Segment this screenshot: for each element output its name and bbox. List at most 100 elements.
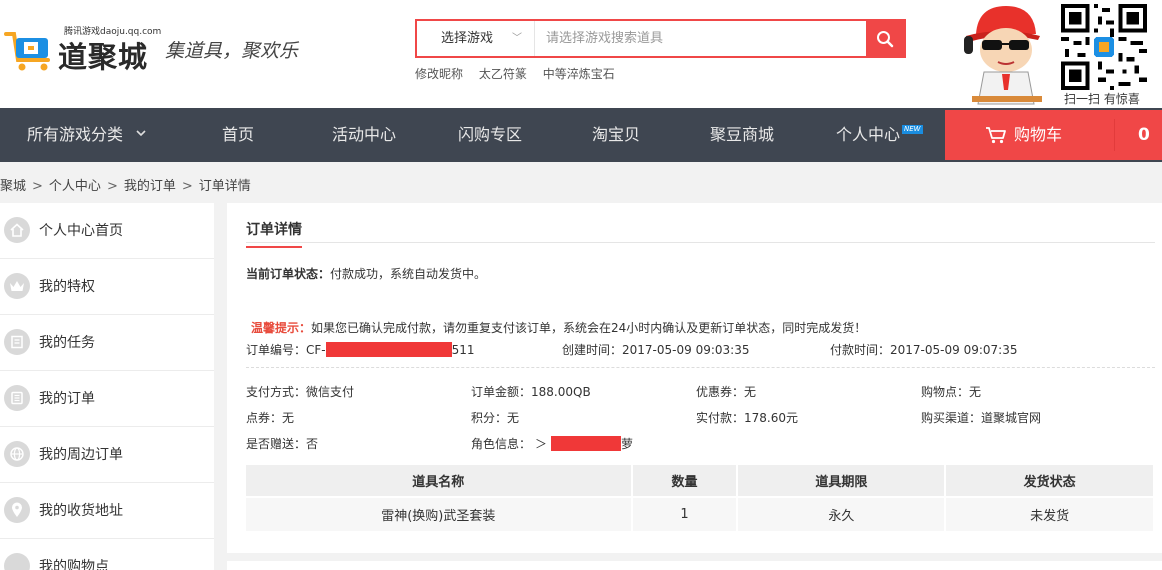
payment-method: 支付方式：微信支付 [246, 383, 354, 400]
channel-label: 购买渠道： [921, 411, 982, 425]
slogan: 集道具，聚欢乐 [165, 40, 299, 62]
order-number-suffix: 511 [451, 343, 475, 357]
order-number: 订单编号：CF- 511 [246, 341, 475, 358]
order-amount: 订单金额：188.00QB [471, 383, 591, 400]
sidebar-item-home[interactable]: 个人中心首页 [0, 203, 214, 259]
order-list-icon [4, 385, 30, 411]
sidebar-item-label: 我的购物点 [39, 559, 109, 570]
amount-label: 订单金额： [471, 385, 532, 399]
search-bar: 选择游戏 ﹀ [415, 19, 906, 58]
crown-icon [4, 273, 30, 299]
column-header: 道具期限 [737, 465, 947, 497]
chevron-down-icon [136, 130, 146, 137]
purchase-channel: 购买渠道：道聚城官网 [921, 409, 1041, 426]
nav-flash-sale[interactable]: 闪购专区 [458, 108, 522, 162]
sidebar-item-label: 我的任务 [39, 335, 95, 351]
site-header: 腾讯游戏daoju.qq.com 道聚城 集道具，聚欢乐 选择游戏 ﹀ 修改昵称… [0, 0, 1162, 108]
globe-icon [4, 441, 30, 467]
item-name-cell: 雷神(换购)武圣套装 [246, 496, 633, 531]
paid-time: 付款时间：2017-05-09 09:07:35 [830, 341, 1017, 358]
item-quantity-cell: 1 [631, 496, 739, 531]
logo-text: 道聚城 [58, 40, 149, 74]
voucher-value: 无 [282, 411, 295, 425]
channel-value: 道聚城官网 [981, 411, 1042, 425]
breadcrumb-separator: > [106, 179, 118, 194]
created-label: 创建时间： [562, 343, 623, 357]
shop-points: 购物点：无 [921, 383, 981, 400]
actual-value: 178.60元 [744, 411, 799, 425]
gift-value: 否 [306, 437, 319, 451]
nav-home[interactable]: 首页 [222, 108, 254, 162]
breadcrumb-separator: > [32, 179, 43, 194]
task-icon [4, 329, 30, 355]
sidebar-item-label: 我的特权 [39, 279, 95, 295]
order-number-prefix: CF- [306, 343, 326, 357]
search-icon [877, 30, 894, 47]
game-select[interactable]: 选择游戏 ﹀ [417, 21, 535, 56]
site-logo[interactable]: 腾讯游戏daoju.qq.com 道聚城 [4, 22, 161, 77]
nav-personal-center[interactable]: 个人中心 NEW [836, 108, 923, 162]
sidebar-item-shop-points[interactable]: 我的购物点 [0, 539, 214, 570]
role-label: 角色信息： [471, 437, 532, 451]
shop-points-value: 无 [969, 385, 982, 399]
breadcrumb-item[interactable]: 我的订单 [124, 179, 176, 194]
sidebar-item-privileges[interactable]: 我的特权 [0, 259, 214, 315]
column-header: 发货状态 [945, 465, 1155, 497]
hot-link[interactable]: 太乙符篆 [479, 67, 527, 81]
title-divider [246, 242, 1155, 243]
nav-bean-mall[interactable]: 聚豆商城 [710, 108, 774, 162]
nav-item-label: 所有游戏分类 [27, 125, 124, 144]
sidebar-item-label: 我的订单 [39, 391, 95, 407]
breadcrumb-current: 订单详情 [198, 179, 251, 194]
hot-search-links: 修改昵称 太乙符篆 中等淬炼宝石 [415, 65, 627, 82]
qr-caption: 扫一扫 有惊喜 [1064, 92, 1140, 106]
sidebar-item-orders[interactable]: 我的订单 [0, 371, 214, 427]
role-suffix: 萝 [621, 437, 634, 451]
search-button[interactable] [866, 21, 904, 56]
payment-value: 微信支付 [306, 385, 355, 399]
qr-code-image [1061, 4, 1147, 90]
actual-label: 实付款： [696, 411, 745, 425]
items-table: 道具名称 数量 道具期限 发货状态 雷神(换购)武圣套装 1 永久 未发货 [246, 465, 1155, 531]
tip-text: 如果您已确认完成付款，请勿重复支付该订单，系统会在24小时内确认及更新订单状态，… [311, 321, 867, 335]
nav-events[interactable]: 活动中心 [332, 108, 396, 162]
breadcrumb-item[interactable]: 聚城 [0, 179, 26, 194]
voucher: 点券：无 [246, 409, 294, 426]
cart-icon [986, 127, 1006, 144]
actual-payment: 实付款：178.60元 [696, 409, 798, 426]
hot-link[interactable]: 修改昵称 [415, 67, 463, 81]
breadcrumb: 聚城 > 个人中心 > 我的订单 > 订单详情 [0, 175, 251, 194]
location-pin-icon [4, 497, 30, 523]
voucher-label: 点券： [246, 411, 283, 425]
order-status: 当前订单状态：付款成功，系统自动发货中。 [246, 265, 486, 282]
hot-link[interactable]: 中等淬炼宝石 [543, 67, 615, 81]
item-duration-cell: 永久 [737, 496, 947, 531]
column-header: 数量 [631, 465, 739, 497]
sidebar-item-merch-orders[interactable]: 我的周边订单 [0, 427, 214, 483]
next-panel [227, 561, 1162, 570]
points-icon [4, 553, 30, 570]
sidebar-item-tasks[interactable]: 我的任务 [0, 315, 214, 371]
cart-button[interactable]: 购物车 0 [945, 110, 1162, 160]
sidebar-item-label: 我的收货地址 [39, 503, 123, 519]
shop-points-label: 购物点： [921, 385, 970, 399]
paid-label: 付款时间： [830, 343, 891, 357]
table-header-row: 道具名称 数量 道具期限 发货状态 [246, 465, 1155, 497]
tip-label: 温馨提示： [251, 321, 312, 335]
score: 积分：无 [471, 409, 519, 426]
table-row: 雷神(换购)武圣套装 1 永久 未发货 [246, 496, 1155, 531]
game-select-value: 选择游戏 [441, 31, 494, 46]
nav-all-categories[interactable]: 所有游戏分类 [27, 108, 146, 162]
search-input[interactable] [536, 21, 866, 56]
nav-treasure[interactable]: 淘宝贝 [592, 108, 640, 162]
score-label: 积分： [471, 411, 508, 425]
redaction-box [325, 342, 452, 357]
role-info: 角色信息：＞ 萝 [471, 435, 633, 452]
breadcrumb-item[interactable]: 个人中心 [49, 179, 101, 194]
cart-label: 购物车 [1014, 125, 1063, 144]
coupon: 优惠券：无 [696, 383, 756, 400]
sidebar-item-label: 个人中心首页 [39, 223, 123, 239]
sidebar-item-address[interactable]: 我的收货地址 [0, 483, 214, 539]
section-divider [246, 367, 1155, 368]
is-gift: 是否赠送：否 [246, 435, 318, 452]
